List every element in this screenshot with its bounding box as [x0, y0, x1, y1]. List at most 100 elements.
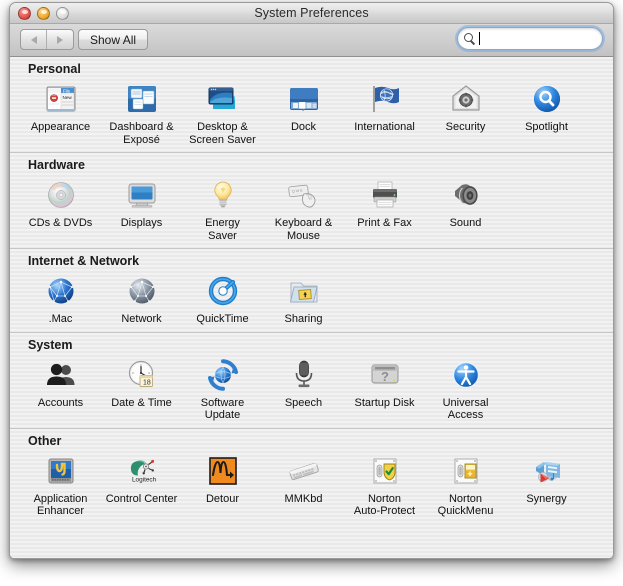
spotlight-icon	[527, 79, 567, 119]
pref-label: Accounts	[37, 396, 84, 409]
pref-label: Detour	[205, 492, 240, 505]
pref-label: .Mac	[48, 313, 73, 325]
search-field[interactable]	[457, 27, 603, 50]
pref-detour[interactable]: Detour	[182, 450, 263, 518]
pref-label: Appearance	[30, 121, 91, 133]
appearance-icon: File New	[41, 79, 81, 119]
keyboard-mouse-icon: Q W E	[284, 175, 324, 215]
pref-label: Norton QuickMenu	[437, 492, 494, 518]
preferences-content: Personal File New Appearance Dashboard &…	[10, 57, 613, 558]
energy-saver-icon	[203, 175, 243, 215]
pref-accounts[interactable]: Accounts	[20, 354, 101, 422]
quicktime-icon	[203, 271, 243, 311]
section-grid-system: Accounts 18 Date & Time Software Update …	[10, 354, 613, 428]
mmkbd-icon	[284, 451, 324, 491]
section-system: System Accounts 18 Date & Time Software …	[10, 331, 613, 428]
section-hardware: Hardware CDs & DVDs Displays Energy Save…	[10, 152, 613, 248]
pref-cds-dvds[interactable]: CDs & DVDs	[20, 174, 101, 242]
dock-icon	[284, 79, 324, 119]
pref-label: Sharing	[284, 313, 323, 325]
section-grid-personal: File New Appearance Dashboard & Exposé D…	[10, 78, 613, 152]
pref-label: CDs & DVDs	[28, 217, 93, 229]
pref-energy-saver[interactable]: Energy Saver	[182, 174, 263, 242]
startup-disk-icon: ?	[365, 355, 405, 395]
svg-text:18: 18	[143, 379, 151, 386]
section-personal: Personal File New Appearance Dashboard &…	[10, 57, 613, 152]
software-update-icon	[203, 355, 243, 395]
pref-universal-access[interactable]: Universal Access	[425, 354, 506, 422]
pref-label: Startup Disk	[354, 396, 415, 409]
pref-security[interactable]: Security	[425, 78, 506, 146]
pref-startup-disk[interactable]: ? Startup Disk	[344, 354, 425, 422]
pref-label: Speech	[284, 396, 323, 409]
pref-label: Network	[121, 313, 162, 325]
pref-label: Desktop & Screen Saver	[189, 121, 256, 146]
back-button[interactable]	[21, 30, 47, 49]
pref-label: Date & Time	[111, 396, 172, 409]
search-icon	[464, 33, 475, 44]
pref-speech[interactable]: Speech	[263, 354, 344, 422]
pref-software-update[interactable]: Software Update	[182, 354, 263, 422]
accounts-icon	[41, 355, 81, 395]
pref-sound[interactable]: Sound	[425, 174, 506, 242]
norton-quickmenu-icon	[446, 451, 486, 491]
pref-label: International	[354, 121, 415, 133]
pref-desktop-screen-saver[interactable]: Desktop & Screen Saver	[182, 78, 263, 146]
section-other: Other Application Enhancer Logitech Cont…	[10, 427, 613, 524]
forward-button[interactable]	[47, 30, 73, 49]
pref-label: Norton Auto-Protect	[353, 492, 416, 518]
toolbar: Show All	[10, 24, 613, 57]
desktop-screen-saver-icon	[203, 79, 243, 119]
dotmac-icon	[41, 271, 81, 311]
section-title-hardware: Hardware	[28, 158, 85, 172]
pref-appearance[interactable]: File New Appearance	[20, 78, 101, 146]
pref-label: Dock	[290, 121, 317, 133]
pref-label: Spotlight	[525, 121, 568, 133]
pref-label: Displays	[120, 217, 163, 229]
pref-label: Universal Access	[442, 396, 489, 422]
pref-label: MMKbd	[284, 492, 323, 505]
section-title-personal: Personal	[28, 62, 81, 76]
international-icon	[365, 79, 405, 119]
section-title-internet-network: Internet & Network	[28, 254, 140, 268]
detour-icon	[203, 451, 243, 491]
pref-dashboard-expose[interactable]: Dashboard & Exposé	[101, 78, 182, 146]
svg-text:?: ?	[381, 369, 389, 384]
section-title-other: Other	[28, 433, 62, 448]
print-fax-icon	[365, 175, 405, 215]
network-icon	[122, 271, 162, 311]
pref-date-time[interactable]: 18 Date & Time	[101, 354, 182, 422]
pref-quicktime[interactable]: QuickTime	[182, 270, 263, 326]
pref-dock[interactable]: Dock	[263, 78, 344, 146]
system-preferences-window: System Preferences Show All Personal Fil…	[9, 2, 614, 559]
pref-synergy[interactable]: Synergy	[506, 450, 587, 518]
title-bar[interactable]: System Preferences	[10, 3, 613, 24]
pref-mmkbd[interactable]: MMKbd	[263, 450, 344, 518]
pref-keyboard-mouse[interactable]: Q W E Keyboard & Mouse	[263, 174, 344, 242]
pref-label: Security	[445, 121, 486, 133]
dashboard-expose-icon	[122, 79, 162, 119]
pref-spotlight[interactable]: Spotlight	[506, 78, 587, 146]
navigation-buttons	[20, 29, 74, 50]
pref-application-enhancer[interactable]: Application Enhancer	[20, 450, 101, 518]
show-all-label: Show All	[90, 32, 137, 47]
pref-international[interactable]: International	[344, 78, 425, 146]
cds-dvds-icon	[41, 175, 81, 215]
pref-label: Control Center	[105, 492, 178, 505]
pref-dotmac[interactable]: .Mac	[20, 270, 101, 326]
section-title-system: System	[28, 337, 73, 352]
section-internet-network: Internet & Network .Mac Network QuickTim…	[10, 248, 613, 332]
pref-norton-auto-protect[interactable]: Norton Auto-Protect	[344, 450, 425, 518]
displays-icon	[122, 175, 162, 215]
pref-norton-quickmenu[interactable]: Norton QuickMenu	[425, 450, 506, 518]
show-all-button[interactable]: Show All	[78, 29, 149, 50]
pref-displays[interactable]: Displays	[101, 174, 182, 242]
application-enhancer-icon	[41, 451, 81, 491]
sound-icon	[446, 175, 486, 215]
pref-label: Energy Saver	[205, 217, 240, 242]
pref-control-center[interactable]: Logitech Control Center	[101, 450, 182, 518]
pref-print-fax[interactable]: Print & Fax	[344, 174, 425, 242]
section-grid-internet-network: .Mac Network QuickTime Sharing	[10, 270, 613, 332]
pref-sharing[interactable]: Sharing	[263, 270, 344, 326]
pref-network[interactable]: Network	[101, 270, 182, 326]
